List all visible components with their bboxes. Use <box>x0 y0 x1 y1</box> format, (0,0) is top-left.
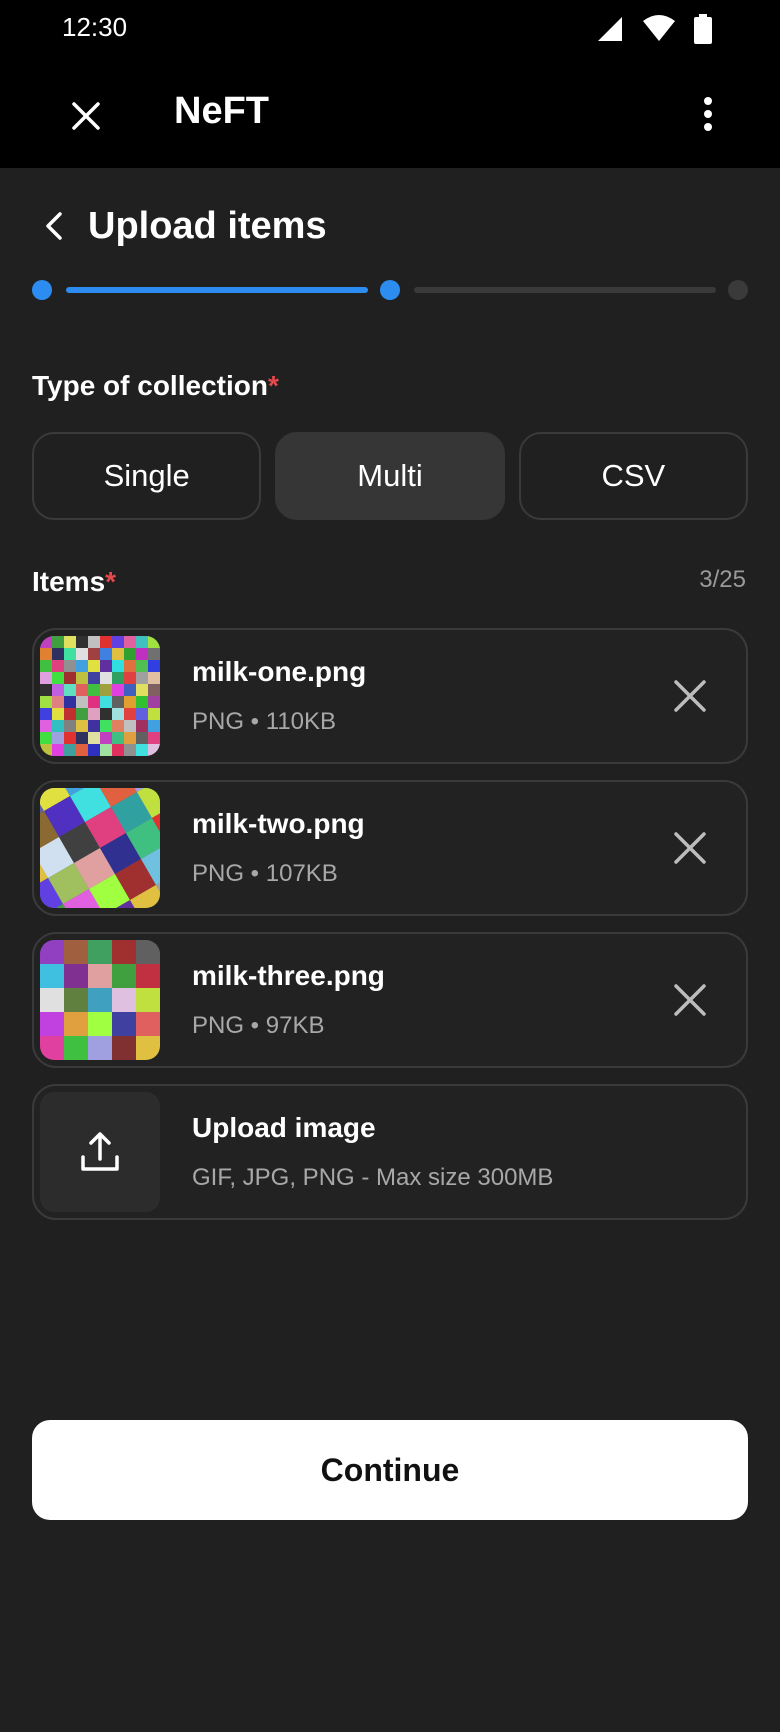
remove-icon <box>674 984 706 1016</box>
required-mark: * <box>267 370 279 401</box>
step-3-dot <box>728 280 748 300</box>
item-meta: PNG • 97KB <box>192 1012 325 1039</box>
upload-image-card[interactable]: Upload image GIF, JPG, PNG - Max size 30… <box>32 1084 748 1220</box>
page-header: Upload items <box>32 196 327 256</box>
item-name: milk-one.png <box>192 656 367 687</box>
app-bar: NeFT <box>0 56 780 168</box>
progress-stepper <box>32 278 748 302</box>
collection-type-label: Type of collection* <box>32 370 279 401</box>
close-icon <box>72 102 100 130</box>
list-item: milk-two.png PNG • 107KB <box>32 780 748 916</box>
continue-button[interactable]: Continue <box>32 1420 748 1520</box>
close-button[interactable] <box>64 94 108 138</box>
item-meta: PNG • 107KB <box>192 860 338 887</box>
remove-item-button[interactable] <box>670 980 710 1020</box>
status-icons <box>596 14 712 44</box>
step-1-line <box>66 287 368 293</box>
app-title: NeFT <box>174 90 269 132</box>
more-vertical-icon <box>704 97 712 131</box>
remove-icon <box>674 680 706 712</box>
item-name: milk-three.png <box>192 960 385 991</box>
list-item: milk-one.png PNG • 110KB <box>32 628 748 764</box>
item-thumbnail <box>40 940 160 1060</box>
status-time: 12:30 <box>62 12 128 42</box>
item-thumbnail <box>40 788 160 908</box>
chevron-left-icon <box>46 212 62 240</box>
remove-item-button[interactable] <box>670 828 710 868</box>
step-2-line <box>414 287 716 293</box>
items-count: 3/25 <box>699 566 746 593</box>
option-multi[interactable]: Multi <box>275 432 505 520</box>
upload-image-button[interactable] <box>40 1092 160 1212</box>
status-bar: 12:30 <box>0 0 780 56</box>
more-options-button[interactable] <box>688 92 728 136</box>
page-title: Upload items <box>88 204 327 247</box>
item-thumbnail <box>40 636 160 756</box>
option-csv[interactable]: CSV <box>518 432 748 520</box>
upload-icon <box>81 1132 119 1171</box>
wifi-icon <box>643 15 675 41</box>
list-item: milk-three.png PNG • 97KB <box>32 932 748 1068</box>
collection-type-selector: Single Multi CSV <box>32 432 748 520</box>
back-button[interactable] <box>32 204 76 248</box>
remove-item-button[interactable] <box>670 676 710 716</box>
signal-icon <box>598 17 622 41</box>
step-2-dot <box>380 280 400 300</box>
required-mark: * <box>105 566 117 597</box>
items-label: Items* <box>32 566 117 597</box>
item-meta: PNG • 110KB <box>192 708 337 735</box>
item-name: milk-two.png <box>192 808 365 839</box>
step-1-dot <box>32 280 52 300</box>
remove-icon <box>674 832 706 864</box>
upload-title: Upload image <box>192 1112 376 1143</box>
option-single[interactable]: Single <box>32 432 262 520</box>
battery-icon <box>694 14 712 44</box>
upload-hint: GIF, JPG, PNG - Max size 300MB <box>192 1164 554 1191</box>
